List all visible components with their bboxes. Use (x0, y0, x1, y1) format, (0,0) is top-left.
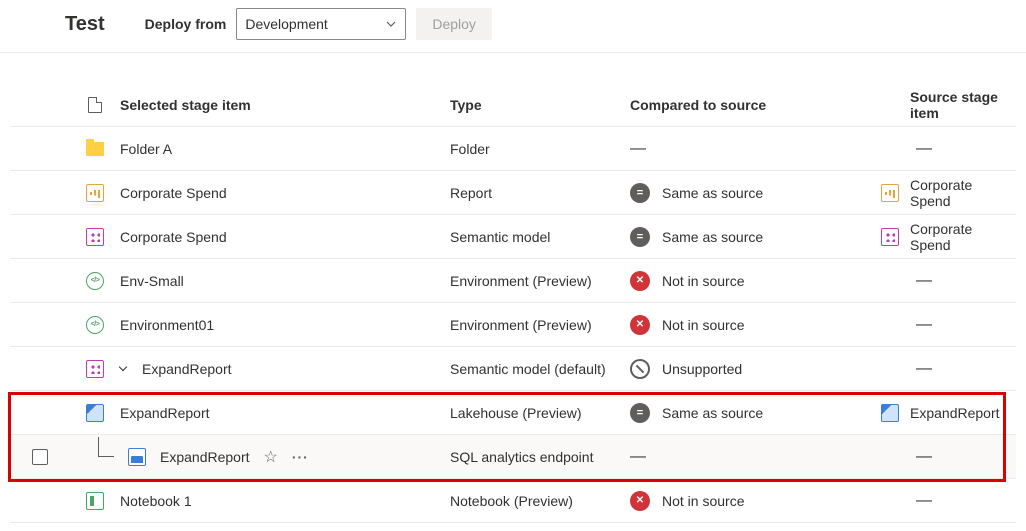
compare-text: Not in source (662, 493, 744, 509)
same-badge-icon (630, 183, 650, 203)
item-name: ExpandReport (120, 405, 210, 421)
source-dash: — (910, 140, 932, 158)
col-header-type[interactable]: Type (450, 97, 630, 113)
item-name: Env-Small (120, 273, 184, 289)
compare-text: Same as source (662, 229, 763, 245)
deploy-group: Deploy from Development Deploy (145, 8, 492, 40)
environment-icon (86, 272, 104, 290)
source-item-name: ExpandReport (910, 405, 1000, 421)
stage-title: Test (65, 13, 105, 36)
compare-text: Same as source (662, 185, 763, 201)
item-type: Folder (450, 141, 630, 157)
item-name: Notebook 1 (120, 493, 192, 509)
table-row[interactable]: Env-Small Environment (Preview) Not in sou… (10, 259, 1016, 303)
lakehouse-icon (881, 404, 899, 422)
item-type: SQL analytics endpoint (450, 449, 630, 465)
compare-dash: — (630, 448, 646, 466)
table-body: Folder AFolder——Corporate SpendReportSam… (10, 127, 1016, 523)
folder-icon (86, 142, 104, 156)
stage-header: Test Deploy from Development Deploy (0, 0, 1026, 53)
report-icon (881, 184, 899, 202)
item-type: Report (450, 185, 630, 201)
deploy-from-label: Deploy from (145, 16, 227, 32)
source-dash: — (910, 272, 932, 290)
table-header: Selected stage item Type Compared to sou… (10, 83, 1016, 127)
compare-text: Not in source (662, 273, 744, 289)
not-in-source-badge-icon (630, 315, 650, 335)
col-header-name[interactable]: Selected stage item (120, 97, 450, 113)
item-name: Environment01 (120, 317, 214, 333)
not-in-source-badge-icon (630, 271, 650, 291)
item-name: ExpandReport (160, 449, 250, 465)
semantic-model-icon (86, 228, 104, 246)
notebook-icon (86, 492, 104, 510)
favorite-icon[interactable]: ☆ (264, 447, 278, 467)
file-type-icon (88, 97, 102, 113)
table-row[interactable]: Folder AFolder—— (10, 127, 1016, 171)
not-in-source-badge-icon (630, 491, 650, 511)
items-table: Selected stage item Type Compared to sou… (10, 83, 1016, 523)
item-type: Notebook (Preview) (450, 493, 630, 509)
col-header-compare[interactable]: Compared to source (630, 97, 870, 113)
unsupported-badge-icon (630, 359, 650, 379)
table-row[interactable]: ExpandReport☆···SQL analytics endpoint—— (10, 435, 1016, 479)
item-name: Corporate Spend (120, 229, 227, 245)
compare-text: Same as source (662, 405, 763, 421)
report-icon (86, 184, 104, 202)
item-name: Corporate Spend (120, 185, 227, 201)
item-type: Semantic model (default) (450, 361, 630, 377)
compare-text: Not in source (662, 317, 744, 333)
item-type: Semantic model (450, 229, 630, 245)
same-badge-icon (630, 227, 650, 247)
semantic-model-icon (86, 360, 104, 378)
item-type: Lakehouse (Preview) (450, 405, 630, 421)
more-actions-icon[interactable]: ··· (292, 449, 309, 465)
source-dash: — (910, 448, 932, 466)
lakehouse-icon (86, 404, 104, 422)
compare-text: Unsupported (662, 361, 742, 377)
environment-icon (86, 316, 104, 334)
deploy-from-select[interactable]: Development (236, 8, 406, 40)
table-row[interactable]: Corporate Spend Report Same as source Corpo… (10, 171, 1016, 215)
source-item-name: Corporate Spend (910, 221, 1016, 253)
item-name: ExpandReport (142, 361, 232, 377)
table-row[interactable]: ExpandReport Lakehouse (Preview) Same as s… (10, 391, 1016, 435)
tree-connector-icon (98, 437, 114, 457)
item-name: Folder A (120, 141, 172, 157)
deploy-button[interactable]: Deploy (416, 8, 492, 40)
table-row[interactable]: Corporate Spend Semantic model Same as sou… (10, 215, 1016, 259)
col-header-source[interactable]: Source stage item (910, 89, 1016, 121)
deploy-from-value: Development (245, 16, 328, 32)
semantic-model-icon (881, 228, 899, 246)
compare-dash: — (630, 140, 646, 158)
item-type: Environment (Preview) (450, 273, 630, 289)
table-row[interactable]: Notebook 1 Notebook (Preview) Not in sourc… (10, 479, 1016, 523)
expand-caret-icon[interactable] (119, 363, 127, 371)
source-dash: — (910, 492, 932, 510)
row-checkbox[interactable] (32, 449, 48, 465)
source-dash: — (910, 360, 932, 378)
table-row[interactable]: Environment01 Environment (Preview) Not in… (10, 303, 1016, 347)
source-dash: — (910, 316, 932, 334)
same-badge-icon (630, 403, 650, 423)
source-item-name: Corporate Spend (910, 177, 1016, 209)
item-type: Environment (Preview) (450, 317, 630, 333)
table-row[interactable]: ExpandReport Semantic model (default) Unsu… (10, 347, 1016, 391)
chevron-down-icon (385, 18, 397, 30)
sql-endpoint-icon (128, 448, 146, 466)
